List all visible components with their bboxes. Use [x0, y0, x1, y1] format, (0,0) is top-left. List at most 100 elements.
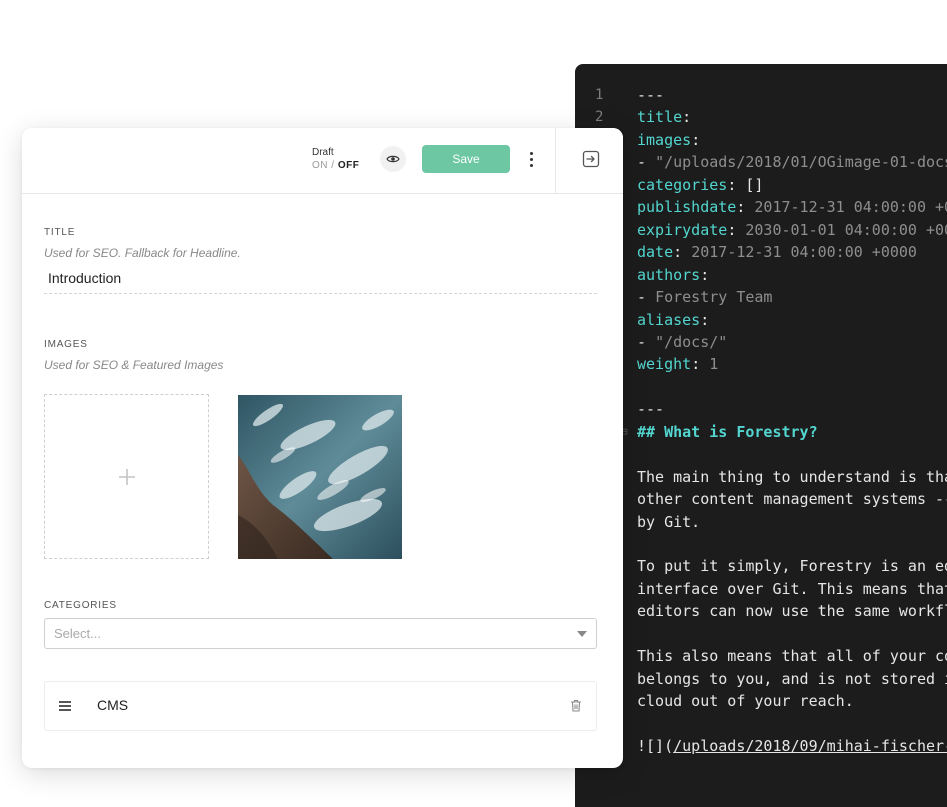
code-line[interactable]: 1 ---	[575, 84, 947, 106]
code-segment: -	[637, 332, 656, 351]
code-text: ![](/uploads/2018/09/mihai-fischer-	[637, 735, 947, 757]
yaml-key: publishdate	[637, 198, 737, 217]
front-matter-form: Draft ON / OFF Save TITLE Used for SEO. …	[22, 128, 623, 768]
draft-on-off: ON / OFF	[312, 159, 359, 172]
code-line[interactable]: publishdate: 2017-12-31 04:00:00 +0	[575, 196, 947, 218]
plus-icon	[118, 468, 135, 485]
code-text: authors:	[637, 264, 709, 286]
code-text: To put it simply, Forestry is an ed	[637, 555, 947, 577]
code-line[interactable]: belongs to you, and is not stored i	[575, 668, 947, 690]
code-text: editors can now use the same workfl	[637, 600, 947, 622]
yaml-value: 1	[709, 355, 719, 374]
code-segment: The main thing to understand is tha	[637, 467, 947, 486]
yaml-key: images	[637, 130, 692, 149]
code-text: by Git.	[637, 511, 700, 533]
code-line[interactable]: by Git.	[575, 511, 947, 533]
code-text: This also means that all of your co	[637, 645, 947, 667]
yaml-key: aliases	[637, 310, 701, 329]
code-text: belongs to you, and is not stored i	[637, 668, 947, 690]
code-line[interactable]	[575, 533, 947, 555]
code-segment: -	[637, 288, 656, 307]
categories-select[interactable]: Select...	[44, 618, 597, 649]
code-segment: interface over Git. This means that	[637, 579, 947, 598]
line-number: 1	[595, 87, 604, 103]
code-segment: :	[691, 130, 701, 149]
code-text: cloud out of your reach.	[637, 690, 854, 712]
code-text: - "/uploads/2018/01/OGimage-01-docs	[637, 151, 947, 173]
title-input[interactable]: Introduction	[44, 266, 597, 294]
code-segment: ## What is Forestry?	[637, 422, 818, 441]
code-line[interactable]: other content management systems --	[575, 488, 947, 510]
draft-toggle[interactable]: Draft ON / OFF	[312, 146, 359, 172]
code-text: date: 2017-12-31 04:00:00 +0000	[637, 241, 917, 263]
code-line[interactable]: To put it simply, Forestry is an ed	[575, 555, 947, 577]
code-line[interactable]: This also means that all of your co	[575, 645, 947, 667]
draft-label: Draft	[312, 147, 334, 158]
trash-icon	[571, 699, 581, 712]
code-segment: cloud out of your reach.	[637, 692, 854, 711]
code-text: The main thing to understand is tha	[637, 466, 947, 488]
code-line[interactable]	[575, 443, 947, 465]
code-line[interactable]: interface over Git. This means that	[575, 578, 947, 600]
yaml-value: 2017-12-31 04:00:00 +0000	[691, 243, 917, 262]
code-line[interactable]: images:	[575, 129, 947, 151]
code-line[interactable]: date: 2017-12-31 04:00:00 +0000	[575, 241, 947, 263]
code-line[interactable]: authors:	[575, 264, 947, 286]
code-line[interactable]: cloud out of your reach.	[575, 690, 947, 712]
kebab-menu-icon[interactable]	[522, 148, 540, 170]
code-text: title:	[637, 106, 691, 128]
code-line[interactable]: ⊟ ## What is Forestry?	[575, 421, 947, 443]
add-image-button[interactable]	[44, 394, 209, 559]
title-help: Used for SEO. Fallback for Headline.	[44, 246, 241, 260]
draft-off-option[interactable]: OFF	[338, 160, 360, 171]
sign-out-icon	[582, 150, 600, 168]
code-segment: This also means that all of your co	[637, 647, 947, 666]
code-segment: :	[727, 220, 746, 239]
code-segment: :	[691, 355, 710, 374]
code-segment: other content management systems --	[637, 490, 947, 509]
code-text: aliases:	[637, 309, 709, 331]
drag-handle-icon[interactable]	[59, 701, 71, 713]
yaml-key: categories	[637, 175, 728, 194]
code-segment: -	[637, 153, 656, 172]
code-line[interactable]: - Forestry Team	[575, 286, 947, 308]
yaml-key: weight	[637, 355, 692, 374]
code-line[interactable]: ![](/uploads/2018/09/mihai-fischer-	[575, 735, 947, 757]
code-text: expirydate: 2030-01-01 04:00:00 +00	[637, 219, 947, 241]
code-text: ---	[637, 398, 664, 420]
code-line[interactable]: categories: []	[575, 174, 947, 196]
delete-category-button[interactable]	[570, 699, 582, 717]
featured-image-thumbnail[interactable]	[238, 395, 402, 559]
code-line[interactable]: aliases:	[575, 309, 947, 331]
form-toolbar: Draft ON / OFF Save	[22, 128, 623, 194]
code-text: categories: []	[637, 174, 763, 196]
code-editor[interactable]: 1 --- 2 title: images: - "/uploads/2018/01/OG…	[575, 64, 947, 807]
preview-button[interactable]	[380, 146, 406, 172]
code-segment: ---	[637, 400, 665, 419]
code-line[interactable]: - "/uploads/2018/01/OGimage-01-docs	[575, 151, 947, 173]
draft-on-option[interactable]: ON	[312, 160, 328, 171]
code-segment: : []	[727, 175, 764, 194]
yaml-key: date	[637, 243, 674, 262]
ocean-waves-image	[238, 395, 402, 559]
code-line[interactable]: - "/docs/"	[575, 331, 947, 353]
code-text: weight: 1	[637, 353, 718, 375]
code-line[interactable]	[575, 376, 947, 398]
code-line[interactable]: 2 title:	[575, 106, 947, 128]
code-line[interactable]	[575, 623, 947, 645]
code-line[interactable]: editors can now use the same workfl	[575, 600, 947, 622]
code-text: other content management systems --	[637, 488, 947, 510]
exit-editor-button[interactable]	[580, 148, 602, 170]
code-line[interactable]	[575, 713, 947, 735]
save-button[interactable]: Save	[422, 145, 510, 173]
yaml-key: title	[637, 108, 683, 127]
title-label: TITLE	[44, 227, 76, 238]
code-segment: :	[673, 243, 692, 262]
code-segment: To put it simply, Forestry is an ed	[637, 557, 947, 576]
images-help: Used for SEO & Featured Images	[44, 358, 224, 372]
code-text: - "/docs/"	[637, 331, 727, 353]
code-line[interactable]: ---	[575, 398, 947, 420]
code-line[interactable]: The main thing to understand is tha	[575, 466, 947, 488]
code-line[interactable]: expirydate: 2030-01-01 04:00:00 +00	[575, 219, 947, 241]
code-line[interactable]: weight: 1	[575, 353, 947, 375]
